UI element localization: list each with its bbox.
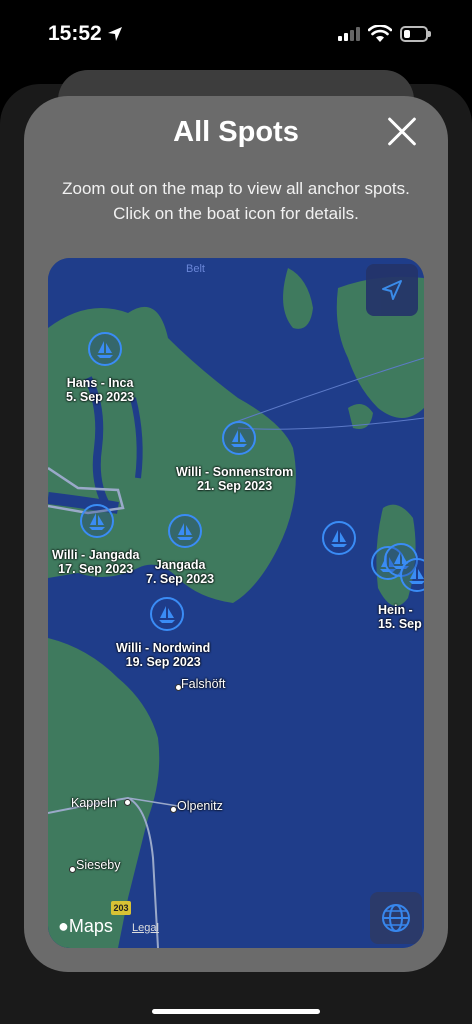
anchor-map[interactable]: Belt Hans - Inca 5. Sep 2023 Willi - Sonn… [48,258,424,948]
boat-marker[interactable] [222,421,256,455]
boat-icon [409,567,424,584]
boat-marker[interactable] [80,504,114,538]
boat-marker[interactable] [150,597,184,631]
cellular-signal-icon [338,27,360,41]
maps-logo: ●Maps [58,916,113,936]
close-icon[interactable] [385,115,419,149]
spot-label: Hein -15. Sep [378,603,422,631]
spot-label: Willi - Jangada 17. Sep 2023 [52,548,140,576]
home-indicator[interactable] [152,1009,320,1014]
place-label: Kappeln [71,796,117,810]
map-style-button[interactable] [370,892,422,944]
instructions-text: Zoom out on the map to view all anchor s… [62,179,410,223]
boat-icon [331,530,347,547]
place-label: Falshöft [181,677,226,691]
spot-label: Hans - Inca 5. Sep 2023 [66,376,135,404]
locate-button[interactable] [366,264,418,316]
spot-label: Willi - Nordwind 19. Sep 2023 [116,641,211,669]
boat-icon [159,606,175,623]
battery-icon [400,26,431,42]
boat-icon [231,430,247,447]
place-dot [69,866,76,873]
status-time: 15:52 [48,22,102,45]
legal-link[interactable]: Legal [132,922,159,934]
spot-label: Jangada 7. Sep 2023 [146,558,215,586]
location-arrow-icon [382,280,402,300]
place-label: Sieseby [76,858,121,872]
boat-icon [97,341,113,358]
spot-label: Willi - Sonnenstrom 21. Sep 2023 [176,465,294,493]
all-spots-sheet: All Spots Zoom out on the map to view al… [24,96,448,972]
place-dot [170,806,177,813]
place-dot [124,799,131,806]
location-arrow-icon [108,27,122,41]
globe-icon [382,904,410,932]
boat-marker[interactable] [322,521,356,555]
road-shield: 203 [111,901,131,915]
boat-marker[interactable] [168,514,202,548]
boat-marker[interactable] [88,332,122,366]
status-bar: 15:52 [0,0,472,70]
apple-icon: ● [58,916,69,936]
place-label: Olpenitz [177,799,223,813]
boat-icon [177,523,193,540]
sea-label: Belt [186,263,205,275]
wifi-icon [368,25,392,42]
boat-icon [89,513,105,530]
